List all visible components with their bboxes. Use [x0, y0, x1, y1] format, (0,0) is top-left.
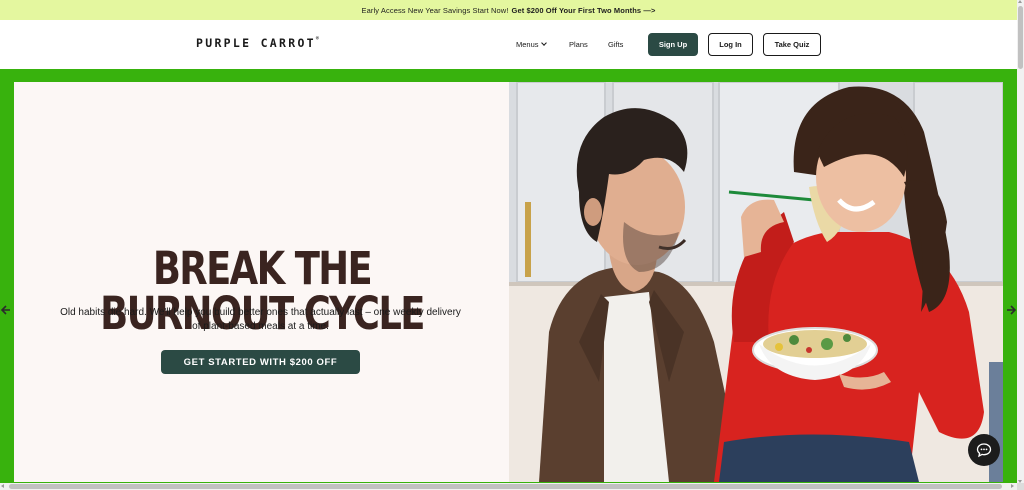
- vertical-scrollbar[interactable]: [1017, 0, 1024, 490]
- log-in-button[interactable]: Log In: [708, 33, 753, 56]
- nav-menus-label: Menus: [516, 40, 539, 49]
- chat-button[interactable]: [968, 434, 1000, 466]
- hero-photo: [509, 82, 1003, 482]
- hero-text-panel: BREAK THE BURNOUT CYCLE Old habits die h…: [14, 82, 509, 482]
- chevron-down-icon: [540, 40, 547, 46]
- nav-gifts[interactable]: Gifts: [608, 40, 623, 49]
- nav-plans-label: Plans: [569, 40, 588, 49]
- page: Early Access New Year Savings Start Now!…: [0, 0, 1024, 490]
- site-header: PURPLE CARROT® Menus Plans Gifts Sign Up…: [0, 20, 1017, 69]
- scroll-up-icon[interactable]: [1018, 0, 1022, 3]
- scroll-left-icon[interactable]: [1, 484, 4, 488]
- logo-text: PURPLE CARROT: [196, 36, 316, 50]
- sign-up-button[interactable]: Sign Up: [648, 33, 698, 56]
- take-quiz-button[interactable]: Take Quiz: [763, 33, 821, 56]
- announcement-bar[interactable]: Early Access New Year Savings Start Now!…: [0, 0, 1017, 20]
- announcement-text: Early Access New Year Savings Start Now!: [361, 5, 509, 15]
- arrow-right-icon[interactable]: [1005, 303, 1017, 317]
- nav-menus[interactable]: Menus: [516, 40, 547, 49]
- vertical-scroll-thumb[interactable]: [1018, 6, 1023, 69]
- scrollbar-corner: [1017, 483, 1024, 490]
- announcement-offer[interactable]: Get $200 Off Your First Two Months —>: [512, 6, 656, 15]
- horizontal-scroll-thumb[interactable]: [9, 484, 1002, 489]
- nav-gifts-label: Gifts: [608, 40, 624, 49]
- arrow-left-icon[interactable]: [0, 303, 12, 317]
- hero-photo-illustration: [509, 82, 1003, 482]
- logo-trademark: ®: [315, 36, 319, 42]
- get-started-button[interactable]: GET STARTED WITH $200 OFF: [161, 350, 360, 374]
- scroll-right-icon[interactable]: [1011, 484, 1014, 488]
- hero-subtitle: Old habits die hard. We'll help you buil…: [60, 307, 461, 332]
- horizontal-scrollbar[interactable]: [0, 483, 1017, 490]
- chat-bubble-icon: [976, 443, 992, 458]
- nav-plans[interactable]: Plans: [569, 40, 588, 49]
- logo[interactable]: PURPLE CARROT®: [196, 36, 319, 50]
